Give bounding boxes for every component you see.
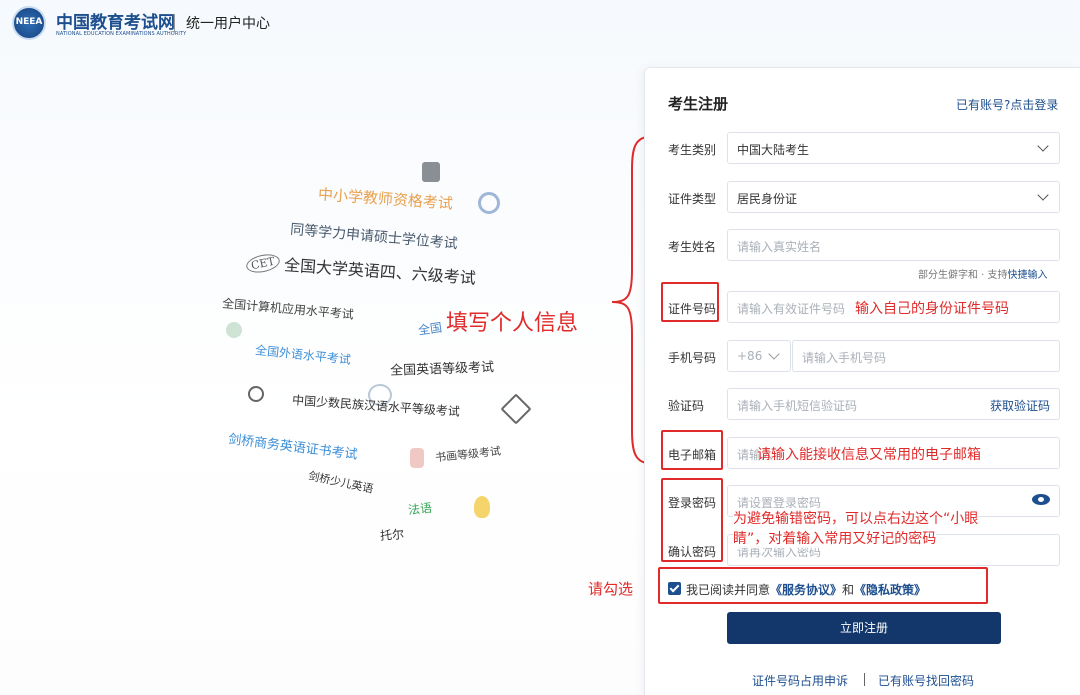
- phone-placeholder: 请输入手机号码: [802, 351, 887, 365]
- word-foreign-lang: 全国外语水平考试: [254, 343, 352, 367]
- word-french: 法语: [407, 500, 433, 518]
- idtype-select[interactable]: 居民身份证: [727, 181, 1060, 213]
- badge-icon: [478, 192, 500, 214]
- idno-placeholder: 请输入有效证件号码: [737, 302, 846, 316]
- form-title: 考生注册: [668, 95, 729, 113]
- word-master-degree: 同等学力申请硕士学位考试: [289, 221, 459, 253]
- word-teacher-cert: 中小学教师资格考试: [317, 185, 454, 213]
- site-name-en: NATIONAL EDUCATION EXAMINATIONS AUTHORIT…: [56, 31, 187, 37]
- annotation-pwd-note-1: 为避免输错密码，可以点右边这个“小眼: [733, 508, 979, 528]
- idtype-label: 证件类型: [668, 192, 717, 206]
- page-title: 统一用户中心: [186, 16, 270, 32]
- category-value: 中国大陆考生: [737, 143, 810, 157]
- word-computer: 全国计算机应用水平考试: [221, 296, 355, 322]
- stamp-icon: [422, 162, 440, 182]
- register-button[interactable]: 立即注册: [727, 612, 1001, 644]
- magnifier-icon: [248, 386, 264, 402]
- annotation-box-email: [661, 430, 723, 470]
- word-bec: 剑桥商务英语证书考试: [227, 432, 359, 463]
- pwd2-label: 确认密码: [668, 545, 717, 559]
- name-label: 考生姓名: [668, 240, 717, 254]
- annotation-box-idno: [661, 282, 719, 322]
- annotation-id-note: 输入自己的身份证件号码: [855, 301, 1009, 317]
- eye-icon[interactable]: [1032, 494, 1050, 505]
- word-cet-badge: CET: [244, 251, 282, 276]
- category-select[interactable]: 中国大陆考生: [727, 132, 1060, 164]
- word-cet: 全国大学英语四、六级考试: [283, 255, 477, 288]
- agree-and: 和: [842, 583, 855, 597]
- code-label: 验证码: [668, 399, 705, 413]
- phone-label: 手机号码: [668, 351, 717, 365]
- idtype-value: 居民身份证: [737, 192, 798, 206]
- site-logo-emblem[interactable]: NEEA: [12, 6, 46, 40]
- paint-icon: [410, 448, 424, 468]
- get-code-button[interactable]: 获取验证码: [990, 397, 1050, 414]
- agree-checkbox[interactable]: [668, 582, 681, 595]
- id-appeal-link[interactable]: 证件号码占用申诉: [752, 672, 848, 689]
- chevron-down-icon: [768, 348, 780, 360]
- annotation-pwd-note-2: 睛”，对着输入常用又好记的密码: [733, 528, 937, 548]
- phone-code-select[interactable]: +86: [727, 340, 791, 372]
- phone-code-value: +86: [737, 349, 763, 363]
- sms-code-input[interactable]: 请输入手机短信验证码 获取验证码: [727, 388, 1060, 420]
- service-agreement-link[interactable]: 《服务协议》: [770, 583, 842, 597]
- rare-char-hint: 部分生僻字和 · 支持快捷输入: [918, 266, 1048, 281]
- annotation-email-note: 请输入能接收信息又常用的电子邮箱: [757, 447, 981, 463]
- word-calligraphy: 书画等级考试: [434, 444, 502, 465]
- bulb-icon: [474, 496, 490, 518]
- word-yle: 剑桥少儿英语: [307, 469, 375, 496]
- quick-input-link[interactable]: 快捷输入: [1008, 270, 1048, 281]
- chevron-down-icon: [1037, 140, 1049, 152]
- name-input[interactable]: 请输入真实姓名: [727, 229, 1060, 261]
- word-toefl: 托尔: [379, 527, 405, 543]
- word-pets: 全国英语等级考试: [389, 360, 495, 379]
- recover-password-link[interactable]: 已有账号找回密码: [878, 672, 974, 689]
- name-placeholder: 请输入真实姓名: [737, 240, 822, 254]
- word-partial: 全国: [417, 320, 443, 338]
- code-placeholder: 请输入手机短信验证码: [737, 399, 858, 413]
- rare-hint-text: 部分生僻字和 · 支持: [918, 270, 1008, 281]
- footer-divider: [864, 673, 865, 686]
- leaf-icon: [226, 322, 242, 338]
- annotation-check-note: 请勾选: [588, 580, 634, 598]
- logo-text: NEEA: [15, 17, 43, 27]
- category-label: 考生类别: [668, 143, 717, 157]
- privacy-policy-link[interactable]: 《隐私政策》: [854, 583, 926, 597]
- chevron-down-icon: [1037, 189, 1049, 201]
- login-link[interactable]: 已有账号?点击登录: [956, 96, 1058, 113]
- header-divider: [174, 14, 175, 32]
- kite-icon: [500, 393, 532, 425]
- agree-prefix: 我已阅读并同意: [686, 583, 771, 597]
- site-name[interactable]: 中国教育考试网: [56, 8, 175, 33]
- phone-input[interactable]: 请输入手机号码: [792, 340, 1060, 372]
- agree-text: 我已阅读并同意《服务协议》和《隐私政策》: [686, 581, 926, 598]
- annotation-personal-info: 填写个人信息: [446, 311, 579, 336]
